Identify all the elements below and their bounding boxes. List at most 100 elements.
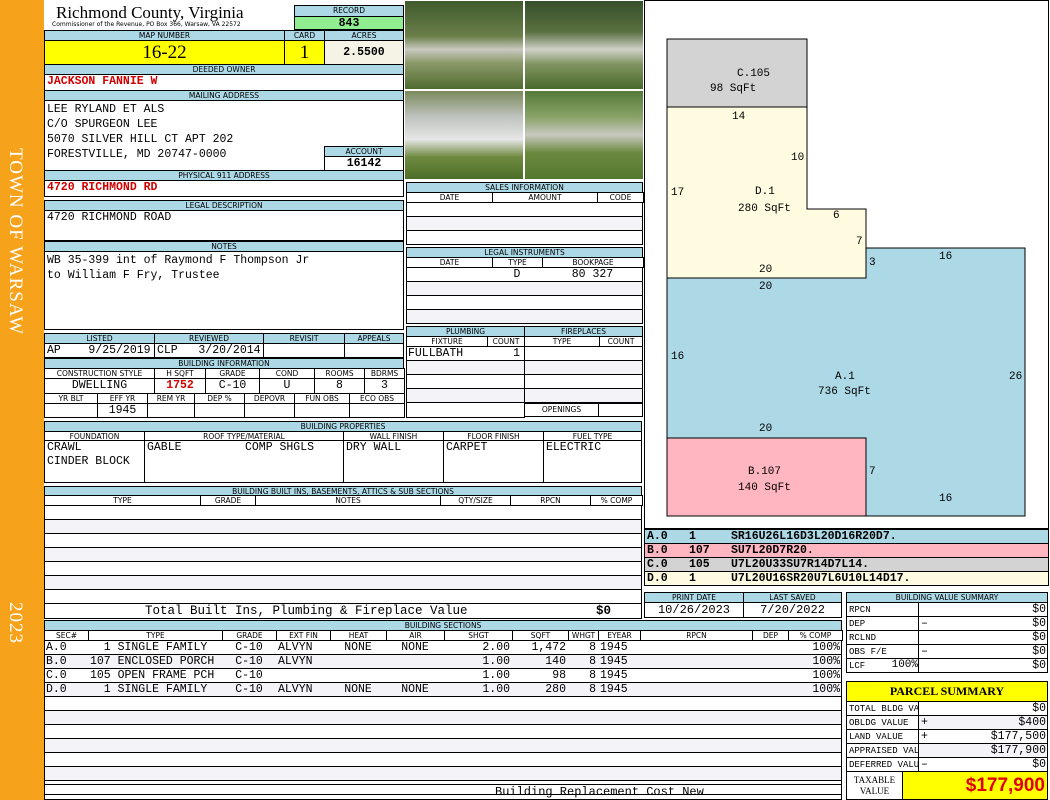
section-cell xyxy=(332,668,384,683)
sketch-label: A.1 xyxy=(835,371,855,383)
section-cell: ALVYN xyxy=(278,641,313,654)
building-sketch: C.105 98 SqFt D.1 280 SqFt A.1 736 SqFt B.1… xyxy=(644,0,1049,529)
building-info-value xyxy=(44,403,98,418)
building-info-value xyxy=(244,403,295,418)
sketch-legend-row: B.0 107 SU7L20D7R20. xyxy=(644,543,1049,558)
sketch-label: 140 SqFt xyxy=(738,482,791,494)
dimension: 26 xyxy=(1009,371,1022,383)
section-cell: C-10 xyxy=(235,683,263,696)
section-row xyxy=(44,724,842,739)
town-name: TOWN OF WARSAW xyxy=(5,148,26,336)
property-photo-1[interactable] xyxy=(404,0,524,90)
sketch-label: D.1 xyxy=(755,186,775,198)
section-cell: 100% xyxy=(812,669,840,682)
dimension: 17 xyxy=(671,187,684,199)
parcel-summary-amount: $0 xyxy=(1032,758,1046,771)
revisit-value xyxy=(263,343,345,358)
section-cell xyxy=(388,654,442,669)
builtins-total-value: $0 xyxy=(595,604,611,618)
dimension: 7 xyxy=(856,236,863,248)
section-cell: 8 xyxy=(589,669,596,682)
fireplace-row xyxy=(524,346,643,361)
parcel-summary-label: LAND VALUE xyxy=(846,729,919,744)
section-cell: 107 ENCLOSED PORCH xyxy=(90,655,215,668)
legend-path: SR16U26L16D3L20D16R20D7. xyxy=(731,530,897,543)
parcel-summary-label: TOTAL BLDG VALUE xyxy=(846,701,919,716)
section-cell xyxy=(754,654,786,669)
property-photo-4[interactable] xyxy=(524,90,644,180)
section-cell: A.0 xyxy=(46,641,67,654)
dimension: 16 xyxy=(939,251,952,263)
section-cell xyxy=(642,640,750,655)
dimension: 20 xyxy=(759,423,772,435)
value-summary-amount: $0 xyxy=(1032,617,1046,630)
openings-value xyxy=(598,403,643,417)
legal-description: 4720 RICHMOND ROAD xyxy=(44,210,404,241)
section-row xyxy=(44,738,842,753)
section-cell: NONE xyxy=(401,683,429,696)
section-cell: C-10 xyxy=(235,655,263,668)
legend-code: 105 xyxy=(689,558,710,571)
plumbing-row xyxy=(406,374,525,389)
record-number: 843 xyxy=(294,16,404,30)
building-info-value xyxy=(349,403,405,418)
fireplace-row xyxy=(524,360,643,375)
section-cell: 105 OPEN FRAME PCH xyxy=(90,669,215,682)
builtins-row xyxy=(44,575,642,590)
section-cell: 1.00 xyxy=(482,683,510,696)
sketch-legend-row: D.0 1 U7L20U16SR20U7L6U10L14D17. xyxy=(644,571,1049,586)
instrument-row xyxy=(406,281,643,296)
parcel-summary-label: APPRAISED VALUE xyxy=(846,743,919,758)
address-line: C/O SPURGEON LEE xyxy=(47,118,158,131)
property-photo-3[interactable] xyxy=(404,90,524,180)
property-photo-2[interactable] xyxy=(524,0,644,90)
dimension: 20 xyxy=(759,281,772,293)
section-cell: 98 xyxy=(552,669,566,682)
section-cell: C.0 xyxy=(46,669,67,682)
foundation-value: CRAWL CINDER BLOCK xyxy=(44,440,145,483)
reviewed-value: CLP 3/20/2014 xyxy=(154,343,264,358)
dimension: 3 xyxy=(869,257,876,269)
section-cell: 8 xyxy=(589,683,596,696)
builtins-total-label: Total Built Ins, Plumbing & Fireplace Va… xyxy=(145,604,468,618)
building-info-value: DWELLING xyxy=(44,378,155,394)
value-summary-label: RCLND xyxy=(846,630,919,645)
section-row xyxy=(44,752,842,767)
section-cell: 140 xyxy=(545,655,566,668)
dimension: 6 xyxy=(833,210,840,222)
instrument-cell: 80 327 xyxy=(571,268,614,281)
dimension: 7 xyxy=(869,466,876,478)
section-cell: 100% xyxy=(812,683,840,696)
section-cell: 2.00 xyxy=(482,641,510,654)
fireplace-row xyxy=(524,374,643,389)
fuel-value: ELECTRIC xyxy=(543,440,642,483)
section-cell xyxy=(754,640,786,655)
building-info-value: 1752 xyxy=(154,378,206,394)
section-cell: NONE xyxy=(344,683,372,696)
building-info-value xyxy=(147,403,195,418)
value-summary-label: OBS F/E xyxy=(846,644,919,659)
value-summary-label: RPCN xyxy=(846,602,919,617)
section-cell: C-10 xyxy=(235,641,263,654)
section-cell: 1,472 xyxy=(531,641,566,654)
tax-year: 2023 xyxy=(5,602,26,644)
legend-section: D.0 xyxy=(647,572,668,585)
section-cell: NONE xyxy=(344,641,372,654)
section-cell xyxy=(642,654,750,669)
sidebar-strip: TOWN OF WARSAW 2023 xyxy=(0,0,44,800)
sketch-label: 98 SqFt xyxy=(710,83,756,95)
parcel-summary-amount: $177,900 xyxy=(990,744,1046,757)
print-date: 10/26/2023 xyxy=(644,602,744,618)
floor-value: CARPET xyxy=(443,440,544,483)
plumbing-row xyxy=(406,402,525,418)
value-summary-amount: $0 xyxy=(1032,603,1046,616)
sales-row xyxy=(406,202,643,217)
office-address: Commissioner of the Revenue, PO Box 366,… xyxy=(52,21,241,28)
dimension: 16 xyxy=(671,351,684,363)
last-saved-date: 7/20/2022 xyxy=(743,602,842,618)
map-number: 16-22 xyxy=(44,40,285,65)
builtins-row xyxy=(44,547,642,562)
section-row xyxy=(44,766,842,781)
building-info-value xyxy=(194,403,245,418)
legend-section: A.0 xyxy=(647,530,668,543)
